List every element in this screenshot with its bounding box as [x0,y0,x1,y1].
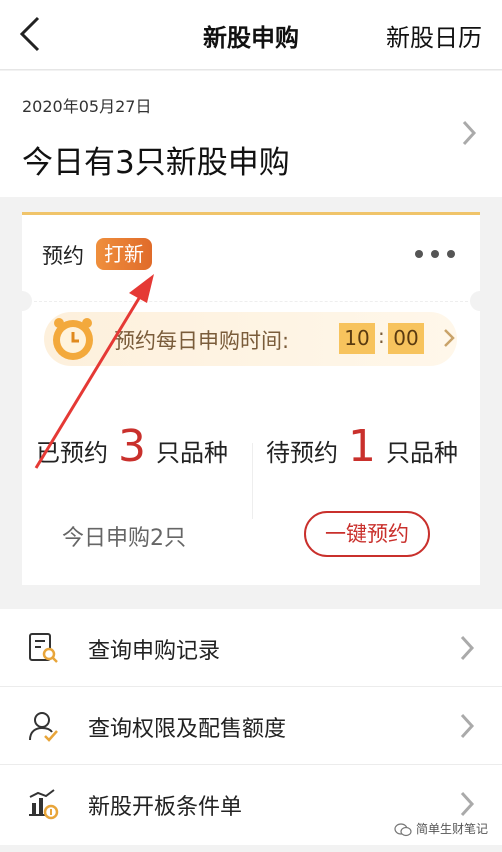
chevron-right-icon [462,120,477,146]
menu-label: 新股开板条件单 [88,795,243,820]
card-label: 预约 [42,244,84,268]
ticket-notch-left [22,291,32,311]
ticket-divider [34,301,468,302]
ipo-calendar-link[interactable]: 新股日历 [386,18,482,53]
time-separator: : [378,324,385,348]
reserved-stat[interactable]: 已预约 3 只品种 [36,421,228,481]
reserve-time-banner[interactable]: 预约每日申购时间: 10 : 00 [44,312,457,366]
watermark: 简单生财笔记 [394,820,488,837]
user-check-icon [29,712,58,742]
wechat-icon [394,822,412,836]
top-bar: 新股申购 新股日历 [0,0,502,70]
reserved-count: 3 [118,421,146,472]
reserve-minute: 00 [388,323,424,354]
menu-label: 查询权限及配售额度 [88,717,287,742]
pending-unit: 只品种 [386,439,458,467]
watermark-text: 简单生财笔记 [415,822,488,836]
chevron-right-icon [460,791,475,817]
function-menu: 查询申购记录 查询权限及配售额度 新股开板条件单 [0,609,502,845]
chevron-right-icon [444,329,455,347]
date-label: 2020年05月27日 [22,97,152,116]
alarm-clock-icon [53,318,93,360]
menu-label: 查询申购记录 [88,639,221,664]
pending-label: 待预约 [266,439,338,467]
chart-condition-icon [29,789,59,820]
reserved-unit: 只品种 [156,439,228,467]
reserve-hour: 10 [339,323,375,354]
ticket-notch-right [470,291,480,311]
pending-count: 1 [348,421,376,472]
menu-item-subscription-records[interactable]: 查询申购记录 [0,609,502,687]
menu-item-permission-quota[interactable]: 查询权限及配售额度 [0,687,502,765]
ipo-reservation-card: 预约 打新 预约每日申购时间: 10 : 00 已预约 3 只品种 待预约 1 只品种 … [22,212,480,585]
reserve-time-label: 预约每日申购时间: [114,329,290,353]
reserved-label: 已预约 [36,439,108,467]
ipo-summary: 今日有3只新股申购 [22,145,290,181]
ipo-tag: 打新 [96,238,152,270]
today-ipo-count: 今日申购2只 [62,526,186,551]
pending-stat[interactable]: 待预约 1 只品种 [266,421,458,481]
chevron-right-icon [460,713,475,739]
chevron-right-icon [460,635,475,661]
date-summary-card[interactable]: 2020年05月27日 今日有3只新股申购 [0,71,502,197]
document-search-icon [29,633,58,663]
more-options-icon[interactable] [414,249,456,259]
stat-divider [252,443,253,519]
one-click-reserve-button[interactable]: 一键预约 [304,511,430,557]
